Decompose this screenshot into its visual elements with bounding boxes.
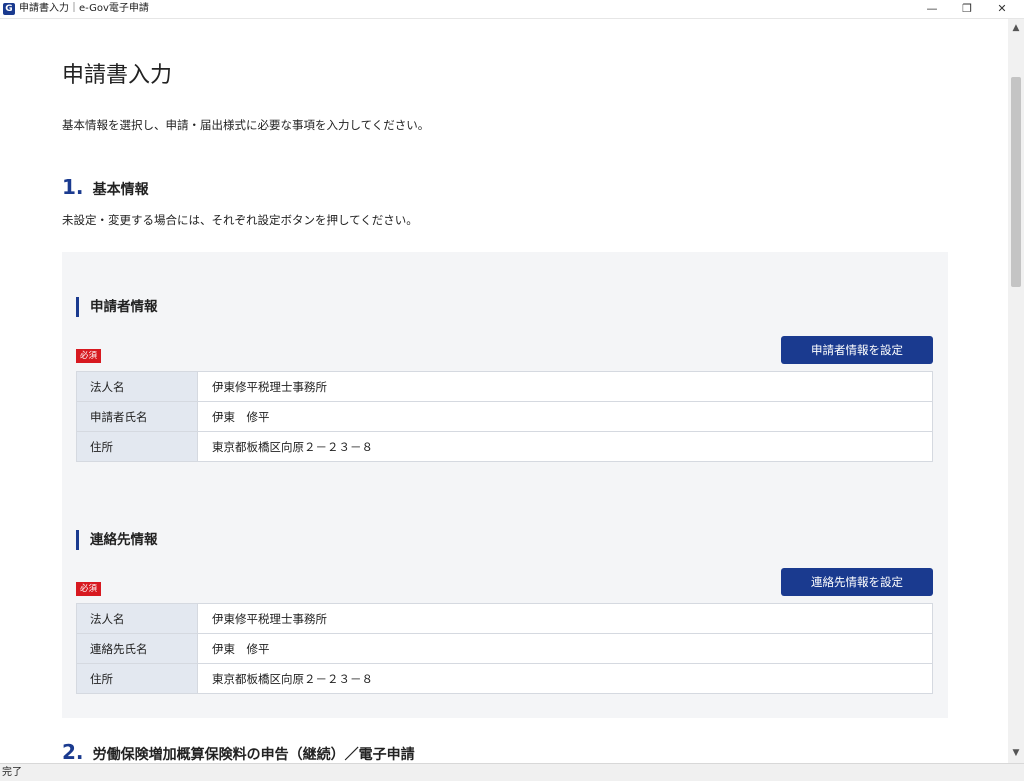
row-label: 住所 [76, 431, 198, 462]
row-label: 住所 [76, 663, 198, 694]
section-title: 基本情報 [92, 182, 149, 198]
applicant-info-table: 法人名 伊東修平税理士事務所 申請者氏名 伊東 修平 住所 東京都板橋区向原２－… [76, 371, 933, 462]
table-row: 住所 東京都板橋区向原２－２３－８ [76, 663, 933, 694]
section-number: 1. [62, 175, 84, 199]
row-label: 連絡先氏名 [76, 633, 198, 664]
row-value: 伊東 修平 [197, 633, 933, 664]
row-value: 東京都板橋区向原２－２３－８ [197, 431, 933, 462]
section-number: 2. [62, 740, 84, 763]
window-titlebar: G 申請書入力｜e-Gov電子申請 — ❐ ✕ [0, 0, 1024, 19]
table-row: 連絡先氏名 伊東 修平 [76, 633, 933, 664]
table-row: 法人名 伊東修平税理士事務所 [76, 603, 933, 634]
row-value: 東京都板橋区向原２－２３－８ [197, 663, 933, 694]
page-content: 申請書入力 基本情報を選択し、申請・届出様式に必要な事項を入力してください。 1… [0, 19, 1008, 763]
app-logo-icon: G [3, 3, 15, 15]
section-title: 労働保険増加概算保険料の申告（継続）／電子申請 [92, 747, 415, 763]
scroll-up-icon[interactable]: ▲ [1008, 21, 1024, 35]
row-value: 伊東 修平 [197, 401, 933, 432]
applicant-info-heading: 申請者情報 [76, 297, 158, 317]
row-label: 法人名 [76, 603, 198, 634]
window-title: 申請書入力｜e-Gov電子申請 [19, 3, 149, 14]
status-text: 完了 [2, 767, 22, 778]
status-bar: 完了 [0, 763, 1024, 781]
table-row: 法人名 伊東修平税理士事務所 [76, 371, 933, 402]
vertical-scrollbar[interactable]: ▲ ▼ [1008, 19, 1024, 763]
row-label: 申請者氏名 [76, 401, 198, 432]
close-button[interactable]: ✕ [987, 0, 1017, 18]
table-row: 申請者氏名 伊東 修平 [76, 401, 933, 432]
scroll-down-icon[interactable]: ▼ [1008, 746, 1024, 760]
basic-info-panel: 申請者情報 必須 申請者情報を設定 法人名 伊東修平税理士事務所 申請者氏名 伊… [62, 252, 948, 718]
contact-info-heading: 連絡先情報 [76, 530, 158, 550]
contact-info-table: 法人名 伊東修平税理士事務所 連絡先氏名 伊東 修平 住所 東京都板橋区向原２－… [76, 603, 933, 694]
row-value: 伊東修平税理士事務所 [197, 603, 933, 634]
required-badge: 必須 [76, 349, 102, 363]
page-description: 基本情報を選択し、申請・届出様式に必要な事項を入力してください。 [62, 118, 430, 132]
required-badge: 必須 [76, 582, 102, 596]
set-applicant-info-button[interactable]: 申請者情報を設定 [781, 336, 933, 364]
section-heading-application: 2. 労働保険増加概算保険料の申告（継続）／電子申請 [62, 740, 415, 763]
restore-button[interactable]: ❐ [952, 0, 982, 18]
minimize-button[interactable]: — [917, 0, 947, 18]
section-description: 未設定・変更する場合には、それぞれ設定ボタンを押してください。 [62, 213, 418, 227]
section-heading-basic-info: 1. 基本情報 [62, 175, 149, 199]
row-value: 伊東修平税理士事務所 [197, 371, 933, 402]
set-contact-info-button[interactable]: 連絡先情報を設定 [781, 568, 933, 596]
scrollbar-thumb[interactable] [1011, 77, 1021, 287]
row-label: 法人名 [76, 371, 198, 402]
table-row: 住所 東京都板橋区向原２－２３－８ [76, 431, 933, 462]
page-title: 申請書入力 [62, 63, 173, 88]
